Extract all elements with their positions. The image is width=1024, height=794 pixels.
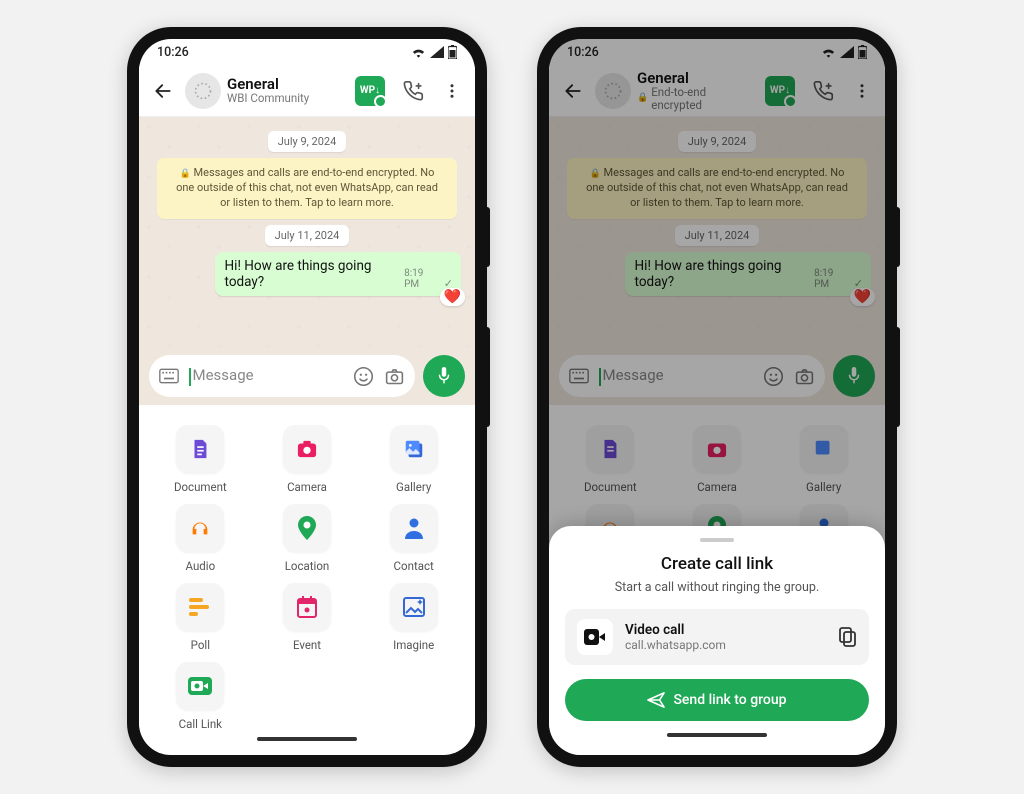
chat-title-block[interactable]: General WBI Community — [227, 76, 343, 105]
camera-icon[interactable] — [384, 366, 405, 387]
sheet-subtitle: Start a call without ringing the group. — [565, 580, 869, 595]
community-badge[interactable]: WP↓ — [349, 70, 391, 112]
back-button[interactable] — [147, 75, 179, 107]
group-avatar[interactable] — [185, 73, 221, 109]
send-icon — [647, 692, 665, 708]
phone-right: 10:26 General 🔒End-to-end encrypted WP↓ — [537, 27, 897, 767]
copy-button[interactable] — [839, 627, 857, 647]
screen-left: 10:26 General WBI Community WP↓ — [139, 39, 475, 755]
lock-icon: 🔒 — [180, 169, 191, 179]
attach-camera[interactable]: Camera — [256, 425, 359, 494]
message-placeholder: Message — [189, 366, 343, 385]
message-time: 8:19 PM — [404, 268, 438, 290]
attach-imagine[interactable]: Imagine — [362, 583, 465, 652]
reaction-heart[interactable]: ❤️ — [440, 288, 465, 306]
encryption-notice[interactable]: 🔒 Messages and calls are end-to-end encr… — [157, 158, 457, 219]
emoji-icon[interactable] — [353, 366, 374, 387]
attach-gallery[interactable]: Gallery — [362, 425, 465, 494]
menu-button[interactable] — [437, 76, 467, 106]
attach-contact[interactable]: Contact — [362, 504, 465, 573]
signal-icon — [430, 46, 444, 58]
chat-subtitle: WBI Community — [227, 92, 343, 105]
keyboard-icon[interactable] — [159, 368, 179, 384]
attach-call-link[interactable]: Call Link — [149, 662, 252, 731]
link-url: call.whatsapp.com — [625, 638, 827, 652]
home-indicator[interactable] — [257, 737, 357, 741]
wifi-icon — [411, 46, 426, 58]
link-type: Video call — [625, 622, 827, 638]
mic-button[interactable] — [423, 355, 465, 397]
status-bar: 10:26 — [139, 39, 475, 65]
attach-event[interactable]: Event — [256, 583, 359, 652]
sheet-drag-handle[interactable] — [700, 538, 734, 542]
chat-header: General WBI Community WP↓ — [139, 65, 475, 117]
attach-document[interactable]: Document — [149, 425, 252, 494]
message-input[interactable]: Message — [149, 355, 415, 397]
screen-right: 10:26 General 🔒End-to-end encrypted WP↓ — [549, 39, 885, 755]
chat-area: July 9, 2024 🔒 Messages and calls are en… — [139, 117, 475, 347]
add-call-button[interactable] — [397, 74, 431, 108]
create-call-link-sheet: Create call link Start a call without ri… — [549, 526, 885, 755]
date-separator-1: July 9, 2024 — [268, 131, 347, 152]
phone-left: 10:26 General WBI Community WP↓ — [127, 27, 487, 767]
video-call-icon — [577, 619, 613, 655]
attach-audio[interactable]: Audio — [149, 504, 252, 573]
status-time: 10:26 — [157, 45, 189, 60]
attach-location[interactable]: Location — [256, 504, 359, 573]
composer-row: Message — [139, 347, 475, 405]
sheet-title: Create call link — [565, 554, 869, 574]
attachment-panel: Document Camera Gallery Audio Location — [139, 405, 475, 753]
status-icons — [411, 45, 457, 59]
call-link-row[interactable]: Video call call.whatsapp.com — [565, 609, 869, 665]
outgoing-message[interactable]: Hi! How are things going today? 8:19 PM … — [215, 252, 461, 296]
home-indicator[interactable] — [667, 733, 767, 737]
send-link-button[interactable]: Send link to group — [565, 679, 869, 721]
date-separator-2: July 11, 2024 — [265, 225, 350, 246]
attach-poll[interactable]: Poll — [149, 583, 252, 652]
battery-icon — [448, 45, 457, 59]
message-text: Hi! How are things going today? — [225, 258, 399, 290]
chat-title: General — [227, 76, 343, 93]
